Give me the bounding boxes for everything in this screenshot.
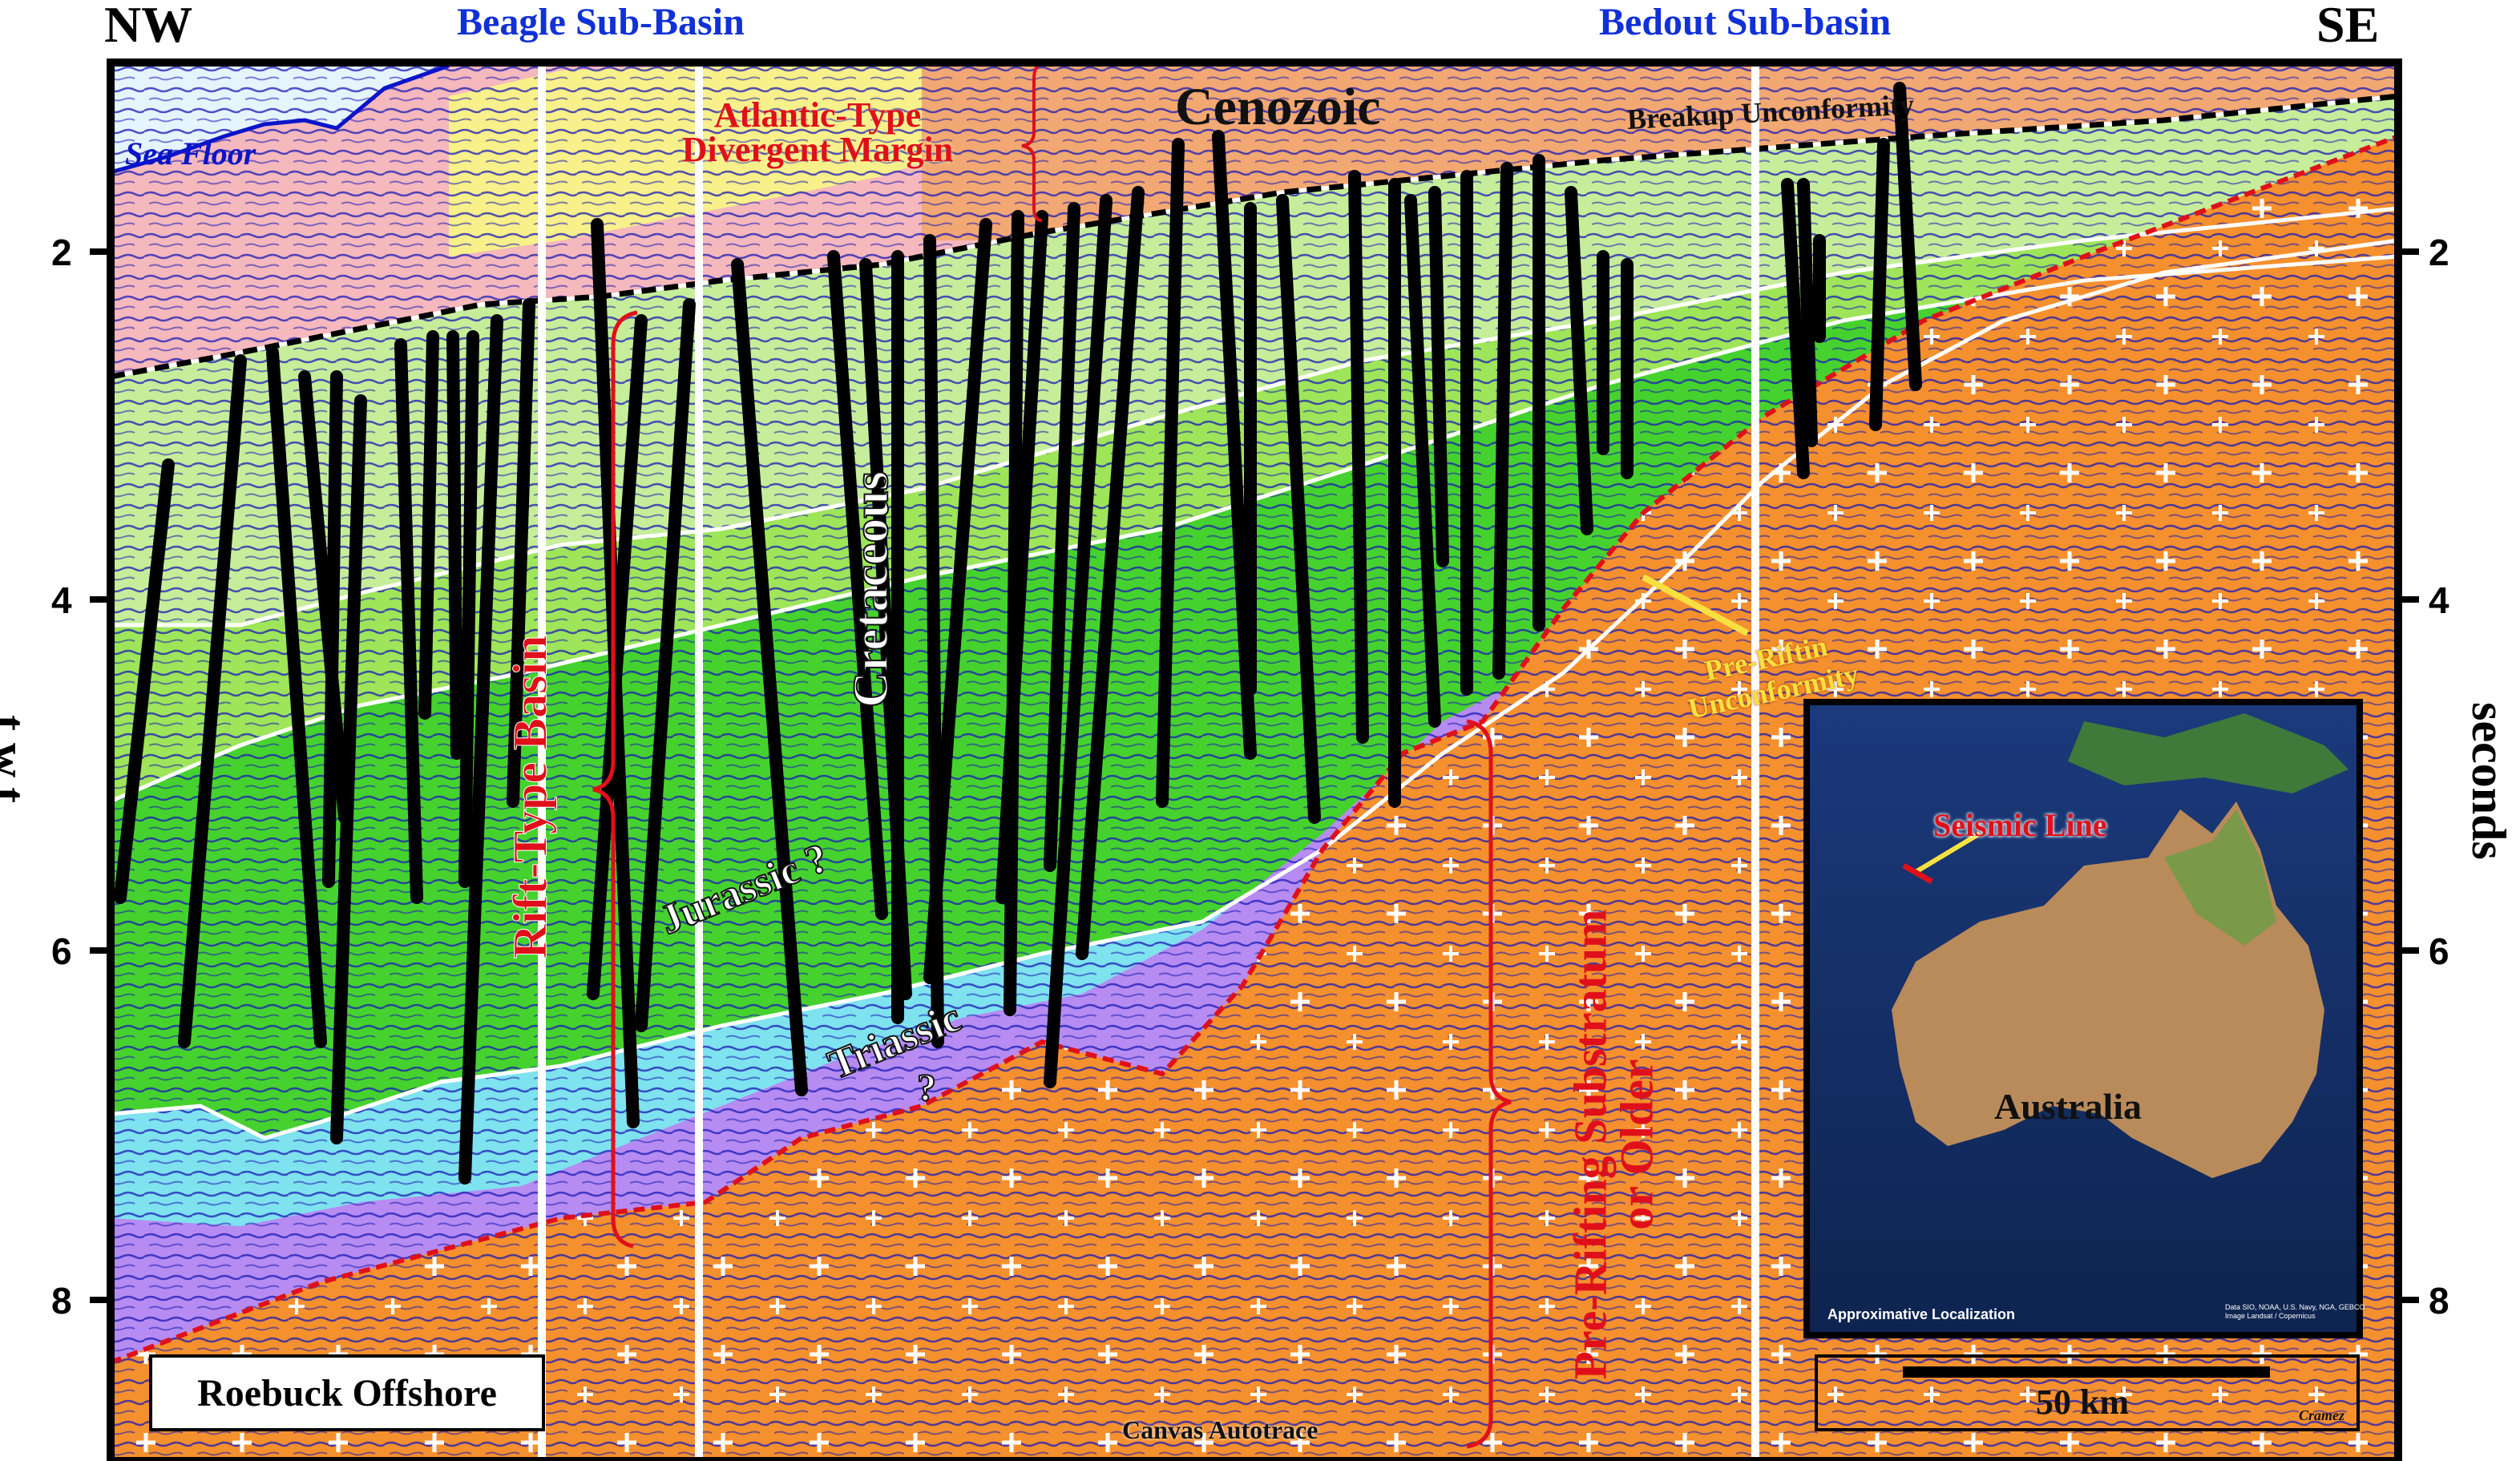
australia-label: Australia bbox=[1994, 1086, 2142, 1127]
credits-line1: Data SIO, NOAA, U.S. Navy, NGA, GEBCO bbox=[2225, 1303, 2365, 1311]
credits-line2: Image Landsat / Copernicus bbox=[2225, 1312, 2316, 1320]
author-label: Cramez bbox=[2299, 1407, 2345, 1423]
tick-right-2: 2 bbox=[2429, 232, 2449, 273]
seismic-line-label: Seismic Line bbox=[1933, 807, 2107, 843]
map-credits: Data SIO, NOAA, U.S. Navy, NGA, GEBCO Im… bbox=[2225, 1303, 2365, 1321]
cenozoic-label: Cenozoic bbox=[1175, 78, 1381, 136]
location-box-text: Roebuck Offshore bbox=[197, 1371, 497, 1415]
seismic-interpretation-figure bbox=[90, 59, 2419, 1461]
bedout-basin-title: Bedout Sub-basin bbox=[1599, 1, 1892, 43]
substratum-line2: or Older bbox=[1610, 1059, 1663, 1230]
atlantic-line2: Divergent Margin bbox=[681, 130, 954, 169]
cretaceous-label: Cretaceous bbox=[843, 470, 899, 708]
sea-floor-label: Sea Floor bbox=[125, 135, 256, 172]
location-box: Roebuck Offshore bbox=[149, 1354, 545, 1431]
atlantic-margin-label: Atlantic-Type Divergent Margin bbox=[641, 95, 994, 170]
nw-direction-label: NW bbox=[104, 0, 193, 53]
substratum-line1: Pre-Rifting Substratum bbox=[1564, 909, 1617, 1380]
tick-left-6: 6 bbox=[51, 930, 72, 972]
scale-label: 50 km bbox=[2036, 1382, 2130, 1422]
beagle-basin-title: Beagle Sub-Basin bbox=[457, 1, 745, 43]
triassic-question-mark: ? bbox=[916, 1066, 937, 1110]
substratum-label: Pre-Rifting Substratum or Older bbox=[1564, 909, 1663, 1380]
localization-label: Approximative Localization bbox=[1827, 1306, 2016, 1322]
tick-right-8: 8 bbox=[2429, 1280, 2449, 1322]
tick-left-2: 2 bbox=[51, 232, 72, 273]
left-axis-title: t.w.t. bbox=[0, 715, 35, 815]
tick-right-4: 4 bbox=[2429, 579, 2449, 621]
inset-map bbox=[1803, 699, 2363, 1338]
se-direction-label: SE bbox=[2316, 0, 2380, 53]
canvas-autotrace-label: Canvas Autotrace bbox=[1122, 1415, 1319, 1444]
rift-basin-label: Rift-Type Basin bbox=[503, 635, 557, 959]
tick-right-6: 6 bbox=[2429, 930, 2449, 972]
tick-left-4: 4 bbox=[51, 579, 72, 621]
tick-left-8: 8 bbox=[51, 1280, 72, 1322]
right-axis-title: seconds bbox=[2461, 702, 2515, 860]
